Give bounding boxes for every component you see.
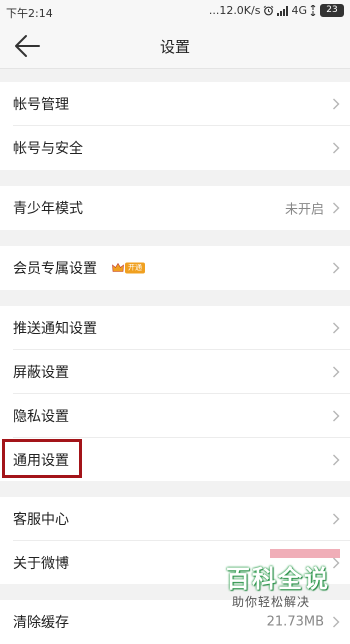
chevron-right-icon <box>333 410 340 422</box>
chevron-right-icon <box>333 454 340 465</box>
section-gap <box>0 230 350 246</box>
chevron-right-icon <box>333 98 340 110</box>
general-settings-label: 通用设置 <box>13 452 69 469</box>
block-settings-item[interactable]: 屏蔽设置 <box>0 350 350 394</box>
customer-service-label: 客服中心 <box>13 512 69 528</box>
watermark-title: 百科全说 <box>226 565 330 593</box>
chevron-right-icon <box>333 202 340 214</box>
section-gap <box>0 481 350 497</box>
member-badge: 开通 <box>125 262 145 274</box>
about-weibo-label: 关于微博 <box>13 555 69 572</box>
youth-mode-label: 青少年模式 <box>13 201 83 217</box>
section-gap <box>0 69 350 82</box>
wifi-icon <box>310 5 316 16</box>
network-speed: ...12.0K/s <box>208 4 261 17</box>
section-gap <box>0 170 350 186</box>
member-settings-item[interactable]: 会员专属设置 开通 <box>0 246 350 290</box>
youth-mode-status: 未开启 <box>284 202 324 218</box>
battery-icon: 23 <box>320 4 344 17</box>
chevron-right-icon <box>333 616 340 628</box>
chevron-right-icon <box>333 513 340 525</box>
status-bar: 下午2:14 ...12.0K/s 4G 23 <box>0 0 350 24</box>
vip-badge: 开通 <box>112 262 145 274</box>
account-management-label: 帐号管理 <box>13 97 69 113</box>
chevron-right-icon <box>333 262 340 274</box>
push-notifications-label: 推送通知设置 <box>13 321 97 337</box>
clear-cache-label: 清除缓存 <box>13 615 69 631</box>
push-notifications-item[interactable]: 推送通知设置 <box>0 306 350 350</box>
member-settings-label: 会员专属设置 <box>13 261 97 277</box>
watermark: 百科全说 助你轻松解决 <box>222 549 342 617</box>
account-security-label: 帐号与安全 <box>13 141 83 157</box>
general-settings-item[interactable]: 通用设置 <box>0 438 350 481</box>
section-gap <box>0 290 350 306</box>
customer-service-item[interactable]: 客服中心 <box>0 497 350 541</box>
nav-bar: 设置 <box>0 24 350 69</box>
chevron-right-icon <box>333 142 340 154</box>
account-security-item[interactable]: 帐号与安全 <box>0 126 350 170</box>
alarm-icon <box>264 5 274 16</box>
account-management-item[interactable]: 帐号管理 <box>0 82 350 126</box>
privacy-settings-label: 隐私设置 <box>13 409 69 425</box>
watermark-stripe <box>270 549 340 558</box>
network-type: 4G <box>291 4 307 17</box>
status-indicators: ...12.0K/s 4G 23 <box>209 4 344 17</box>
chevron-right-icon <box>333 322 340 334</box>
watermark-subtitle: 助你轻松解决 <box>232 595 311 609</box>
signal-icon <box>277 5 289 16</box>
status-time: 下午2:14 <box>6 7 53 20</box>
youth-mode-item[interactable]: 青少年模式 未开启 <box>0 186 350 230</box>
privacy-settings-item[interactable]: 隐私设置 <box>0 394 350 438</box>
page-title: 设置 <box>159 38 190 56</box>
crown-icon <box>112 262 124 272</box>
chevron-right-icon <box>333 366 340 378</box>
block-settings-label: 屏蔽设置 <box>13 365 69 381</box>
